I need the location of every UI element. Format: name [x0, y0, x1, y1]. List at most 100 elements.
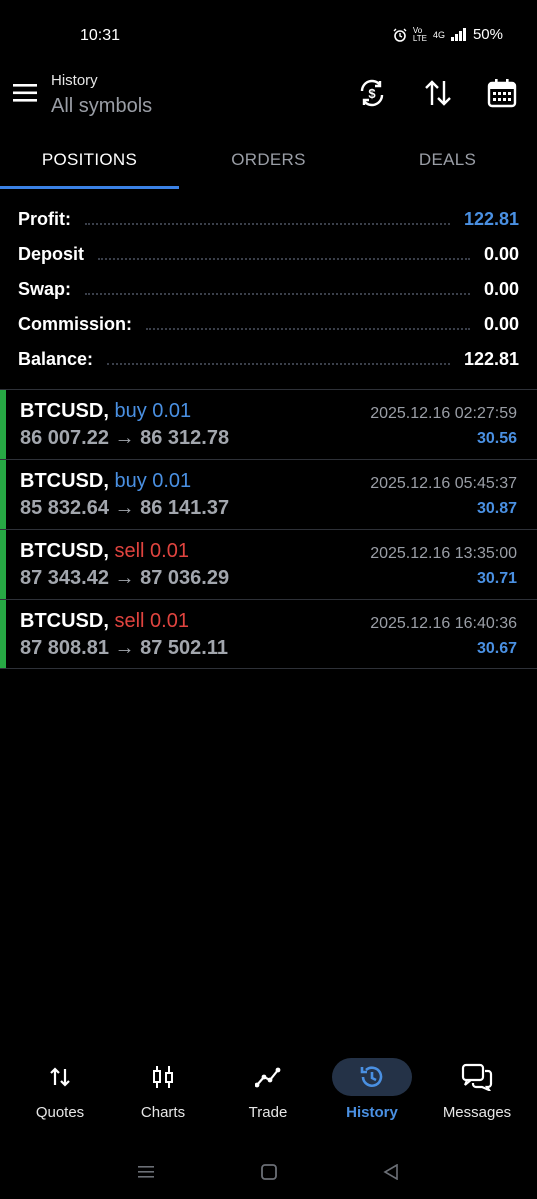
history-tabs: POSITIONS ORDERS DEALS	[0, 140, 537, 190]
history-icon	[332, 1058, 412, 1096]
deposit-label: Deposit	[18, 243, 85, 264]
recents-icon	[138, 1166, 154, 1178]
currency-sync-icon: $	[360, 79, 384, 107]
position-time: 2025.12.16 05:45:37	[370, 475, 517, 492]
tab-orders[interactable]: ORDERS	[179, 150, 358, 170]
network-label: 4G	[432, 29, 445, 40]
position-row[interactable]: BTCUSD, sell 0.01 87 343.42 → 87 036.29 …	[0, 529, 537, 599]
position-side: buy 0.01	[114, 400, 192, 422]
position-profit: 30.87	[476, 500, 517, 517]
currency-convert-button[interactable]: $	[355, 76, 389, 110]
profit-indicator-bar	[0, 600, 6, 668]
summary-deposit-row: Deposit 0.00	[18, 239, 519, 269]
profit-indicator-bar	[0, 460, 6, 529]
symbol-text: BTCUSD,	[20, 470, 109, 492]
nav-label: Trade	[248, 1104, 288, 1121]
charts-icon	[123, 1058, 203, 1096]
calendar-icon	[487, 79, 517, 108]
menu-button[interactable]	[10, 78, 40, 108]
position-symbol: BTCUSD, sell 0.01	[20, 540, 189, 563]
profit-label: Profit:	[18, 208, 71, 229]
svg-text:$: $	[368, 86, 376, 101]
position-profit: 30.56	[476, 430, 517, 447]
position-symbol: BTCUSD, buy 0.01	[20, 400, 191, 423]
position-side: buy 0.01	[114, 470, 192, 492]
position-side: sell 0.01	[114, 540, 189, 562]
position-symbol: BTCUSD, buy 0.01	[20, 470, 191, 493]
alarm-icon	[393, 28, 407, 42]
profit-value: 122.81	[463, 208, 519, 229]
nav-label: History	[346, 1104, 398, 1121]
profit-indicator-bar	[0, 390, 6, 459]
battery-level: 50%	[472, 26, 503, 43]
balance-label: Balance:	[18, 348, 94, 369]
commission-label: Commission:	[18, 313, 133, 334]
profit-indicator-bar	[0, 530, 6, 599]
swap-label: Swap:	[18, 278, 72, 299]
position-prices: 87 343.42 → 87 036.29	[20, 567, 230, 589]
summary-swap-row: Swap: 0.00	[18, 274, 519, 304]
nav-charts[interactable]: Charts	[113, 1050, 213, 1132]
position-row[interactable]: BTCUSD, buy 0.01 86 007.22 → 86 312.78 2…	[0, 389, 537, 459]
back-button[interactable]	[376, 1160, 406, 1184]
dotted-leader	[98, 258, 470, 260]
dotted-leader	[85, 293, 470, 295]
position-prices: 86 007.22 → 86 312.78	[20, 427, 230, 449]
dotted-leader	[146, 328, 470, 330]
nav-label: Charts	[140, 1104, 186, 1121]
dotted-leader	[85, 223, 450, 225]
bottom-navigation: Quotes Charts Trade History Messages	[0, 1050, 537, 1132]
position-row[interactable]: BTCUSD, sell 0.01 87 808.81 → 87 502.11 …	[0, 599, 537, 669]
balance-value: 122.81	[463, 348, 519, 369]
nav-history[interactable]: History	[322, 1050, 422, 1132]
page-title: History	[51, 72, 98, 89]
trade-icon	[228, 1058, 308, 1096]
sort-button[interactable]	[421, 76, 455, 110]
position-row[interactable]: BTCUSD, buy 0.01 85 832.64 → 86 141.37 2…	[0, 459, 537, 529]
active-tab-indicator	[0, 186, 179, 189]
summary-profit-row: Profit: 122.81	[18, 204, 519, 234]
system-navigation-bar	[0, 1150, 537, 1199]
status-icons: Vo LTE 4G 50%	[393, 26, 503, 43]
volte-icon: Vo LTE	[412, 25, 427, 43]
position-symbol: BTCUSD, sell 0.01	[20, 610, 189, 633]
commission-value: 0.00	[483, 313, 519, 334]
position-profit: 30.67	[476, 640, 517, 657]
summary-commission-row: Commission: 0.00	[18, 309, 519, 339]
nav-trade[interactable]: Trade	[218, 1050, 318, 1132]
status-bar: 10:31 Vo LTE 4G 50%	[0, 0, 537, 70]
deposit-value: 0.00	[483, 243, 519, 264]
home-button[interactable]	[254, 1160, 284, 1184]
messages-icon	[437, 1058, 517, 1096]
position-profit: 30.71	[476, 570, 517, 587]
dotted-leader	[107, 363, 450, 365]
position-time: 2025.12.16 02:27:59	[370, 405, 517, 422]
position-prices: 87 808.81 → 87 502.11	[20, 637, 228, 659]
nav-messages[interactable]: Messages	[427, 1050, 527, 1132]
swap-value: 0.00	[483, 278, 519, 299]
symbol-text: BTCUSD,	[20, 540, 109, 562]
nav-label: Quotes	[35, 1104, 85, 1121]
signal-icon	[450, 28, 467, 41]
nav-label: Messages	[442, 1104, 512, 1121]
tab-deals[interactable]: DEALS	[358, 150, 537, 170]
sort-arrows-icon	[425, 80, 451, 106]
calendar-button[interactable]	[485, 76, 519, 110]
quotes-icon	[20, 1058, 100, 1096]
position-prices: 85 832.64 → 86 141.37	[20, 497, 230, 519]
back-icon	[383, 1164, 398, 1180]
symbol-text: BTCUSD,	[20, 400, 109, 422]
position-time: 2025.12.16 16:40:36	[370, 615, 517, 632]
home-icon	[261, 1164, 277, 1180]
position-time: 2025.12.16 13:35:00	[370, 545, 517, 562]
tab-positions[interactable]: POSITIONS	[0, 150, 179, 170]
app-header: History All symbols $	[0, 70, 537, 126]
nav-quotes[interactable]: Quotes	[10, 1050, 110, 1132]
position-side: sell 0.01	[114, 610, 189, 632]
status-time: 10:31	[80, 27, 121, 44]
hamburger-icon	[13, 84, 37, 102]
symbol-filter[interactable]: All symbols	[51, 95, 152, 118]
summary-balance-row: Balance: 122.81	[18, 344, 519, 374]
symbol-text: BTCUSD,	[20, 610, 109, 632]
recent-apps-button[interactable]	[131, 1160, 161, 1184]
